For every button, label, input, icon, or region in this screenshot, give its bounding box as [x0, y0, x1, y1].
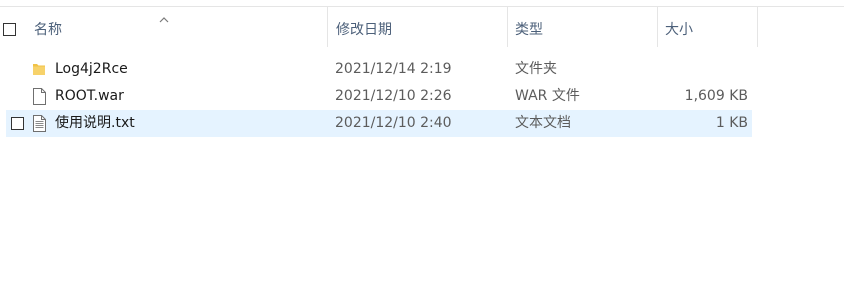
file-row[interactable]: Log4j2Rce 2021/12/14 2:19 文件夹 — [6, 56, 752, 83]
blank-file-icon — [33, 88, 46, 105]
file-row[interactable]: ROOT.war 2021/12/10 2:26 WAR 文件 1,609 KB — [6, 83, 752, 110]
column-header-modified[interactable]: 修改日期 — [336, 7, 506, 47]
column-divider[interactable] — [327, 7, 328, 47]
file-name[interactable]: ROOT.war — [55, 83, 124, 110]
file-row[interactable]: 使用说明.txt 2021/12/10 2:40 文本文档 1 KB — [6, 110, 752, 137]
column-header-row: 名称 修改日期 类型 大小 — [0, 7, 844, 47]
file-modified: 2021/12/10 2:26 — [335, 88, 452, 104]
column-header-type[interactable]: 类型 — [515, 7, 655, 47]
file-modified: 2021/12/14 2:19 — [335, 61, 452, 77]
folder-icon — [33, 64, 45, 75]
file-type: WAR 文件 — [515, 88, 580, 104]
column-divider[interactable] — [507, 7, 508, 47]
file-explorer-list: 名称 修改日期 类型 大小 Log4j2Rce 2021/12/14 2:19 … — [0, 0, 844, 298]
file-type: 文件夹 — [515, 61, 557, 77]
text-file-icon — [33, 115, 46, 132]
file-type: 文本文档 — [515, 115, 571, 131]
file-modified: 2021/12/10 2:40 — [335, 115, 452, 131]
column-header-size[interactable]: 大小 — [665, 7, 755, 47]
column-divider[interactable] — [657, 7, 658, 47]
file-name[interactable]: Log4j2Rce — [55, 56, 128, 83]
row-select-checkbox[interactable] — [11, 117, 24, 130]
file-name[interactable]: 使用说明.txt — [55, 110, 135, 137]
file-size — [665, 56, 748, 83]
column-divider[interactable] — [757, 7, 758, 47]
file-size: 1,609 KB — [684, 88, 748, 104]
column-header-name[interactable]: 名称 — [34, 7, 324, 47]
select-all-checkbox[interactable] — [3, 23, 16, 36]
file-size: 1 KB — [715, 115, 748, 131]
